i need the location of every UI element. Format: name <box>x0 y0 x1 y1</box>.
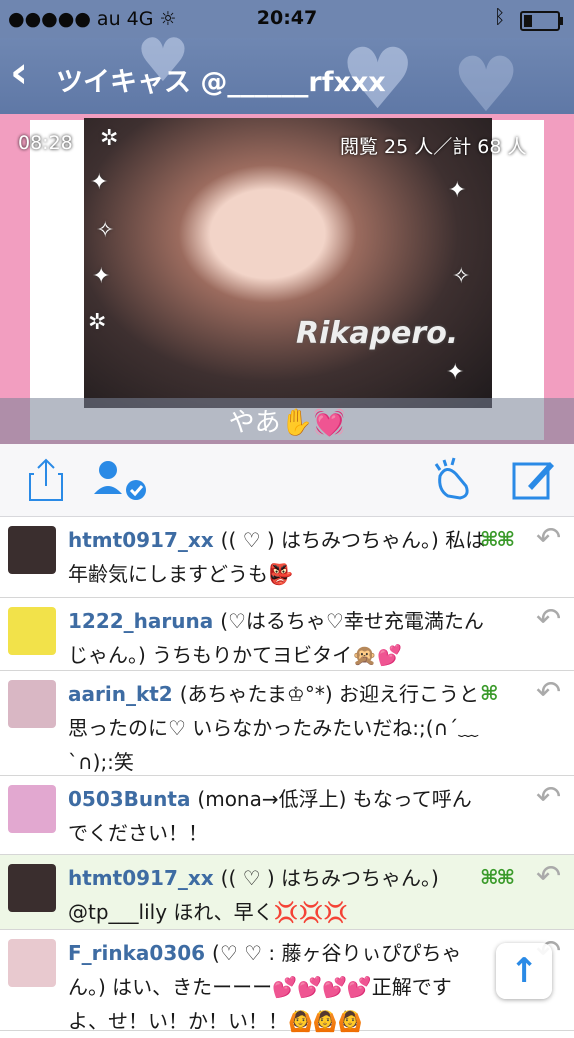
clap-icon[interactable] <box>430 456 480 502</box>
sparkle-icon: ✦ <box>448 178 467 203</box>
comment-row[interactable]: htmt0917_xx (( ♡ ) はちみつちゃん。) @tp___lily … <box>0 855 574 930</box>
sparkle-icon: ✦ <box>92 264 111 289</box>
sparkle-icon: ✧ <box>452 264 471 289</box>
avatar[interactable] <box>8 939 56 987</box>
status-time: 20:47 <box>256 7 318 29</box>
rank-badge-icon: ⌘⌘ <box>480 527 515 551</box>
comment-text: 0503Bunta (mona→低浮上) もなって呼んでください！！ <box>68 782 488 850</box>
sparkle-icon: ✧ <box>96 218 115 243</box>
avatar[interactable] <box>8 864 56 912</box>
comment-list[interactable]: htmt0917_xx (( ♡ ) はちみつちゃん。) 私は年齢気にしますどう… <box>0 517 574 1033</box>
nav-bar: ♥ ♥ ♥ ‹ ツイキャス @______rfxxx <box>0 26 574 129</box>
reply-icon[interactable]: ↶ <box>536 780 561 815</box>
comment-row[interactable]: aarin_kt2 (あちゃたま♔°*) お迎え行こうと思ったのに♡ いらなかっ… <box>0 671 574 776</box>
sparkle-icon: ✦ <box>446 360 465 385</box>
avatar[interactable] <box>8 785 56 833</box>
comment-username[interactable]: 0503Bunta <box>68 787 197 811</box>
comment-row[interactable]: 1222_haruna (♡はるちゃ♡幸せ充電満たんじゃん。) うちもりかてヨビ… <box>0 598 574 671</box>
back-button[interactable]: ‹ <box>10 48 28 98</box>
rank-badge-icon: ⌘⌘ <box>480 865 515 889</box>
avatar[interactable] <box>8 680 56 728</box>
rank-badge-icon: ⌘ <box>480 681 499 705</box>
live-video[interactable]: ✲ ✦ ✧ ✦ ✲ ✦ ✧ ✦ 08:28 閲覧 25 人／計 68 人 Rik… <box>0 114 574 444</box>
comment-username[interactable]: aarin_kt2 <box>68 682 180 706</box>
battery-icon <box>520 11 563 31</box>
avatar[interactable] <box>8 526 56 574</box>
avatar[interactable] <box>8 607 56 655</box>
video-caption: やあ✋💓 <box>228 408 346 438</box>
video-watermark: Rikapero. <box>296 316 459 351</box>
elapsed-time: 08:28 <box>18 132 73 154</box>
comment-username[interactable]: htmt0917_xx <box>68 528 221 552</box>
comment-row[interactable]: 0503Bunta (mona→低浮上) もなって呼んでください！！ ↶ <box>0 776 574 855</box>
comment-row[interactable]: F_rinka0306 (♡ ♡ : 藤ヶ谷りぃぴぴちゃん。) はい、きたーーー… <box>0 930 574 1033</box>
comment-text: F_rinka0306 (♡ ♡ : 藤ヶ谷りぃぴぴちゃん。) はい、きたーーー… <box>68 936 488 1038</box>
comment-username[interactable]: 1222_haruna <box>68 609 220 633</box>
reply-icon[interactable]: ↶ <box>536 859 561 894</box>
comment-username[interactable]: F_rinka0306 <box>68 941 212 965</box>
comment-row[interactable]: htmt0917_xx (( ♡ ) はちみつちゃん。) 私は年齢気にしますどう… <box>0 517 574 598</box>
comment-text: 1222_haruna (♡はるちゃ♡幸せ充電満たんじゃん。) うちもりかてヨビ… <box>68 604 488 672</box>
comment-username[interactable]: htmt0917_xx <box>68 866 221 890</box>
user-check-icon[interactable] <box>92 456 152 502</box>
sparkle-icon: ✲ <box>100 126 119 151</box>
sparkle-icon: ✦ <box>90 170 109 195</box>
reply-icon[interactable]: ↶ <box>536 521 561 556</box>
reply-icon[interactable]: ↶ <box>536 675 561 710</box>
bluetooth-icon: ᛒ <box>494 6 506 28</box>
arrow-up-icon: ↑ <box>509 951 539 991</box>
compose-icon[interactable] <box>510 456 554 502</box>
video-image <box>84 118 492 408</box>
scroll-top-button[interactable]: ↑ <box>496 943 552 999</box>
sparkle-icon: ✲ <box>88 310 107 335</box>
reply-icon[interactable]: ↶ <box>536 602 561 637</box>
comment-text: htmt0917_xx (( ♡ ) はちみつちゃん。) @tp___lily … <box>68 861 488 929</box>
viewer-count: 閲覧 25 人／計 68 人 <box>340 136 527 158</box>
comment-text: aarin_kt2 (あちゃたま♔°*) お迎え行こうと思ったのに♡ いらなかっ… <box>68 677 488 779</box>
status-bar: ●●●●● au 4G ☼ 20:47 ᛒ <box>0 0 574 38</box>
action-toolbar <box>0 444 574 517</box>
comment-text: htmt0917_xx (( ♡ ) はちみつちゃん。) 私は年齢気にしますどう… <box>68 523 488 591</box>
page-title: ツイキャス @______rfxxx <box>56 67 386 98</box>
share-icon[interactable] <box>26 456 70 502</box>
